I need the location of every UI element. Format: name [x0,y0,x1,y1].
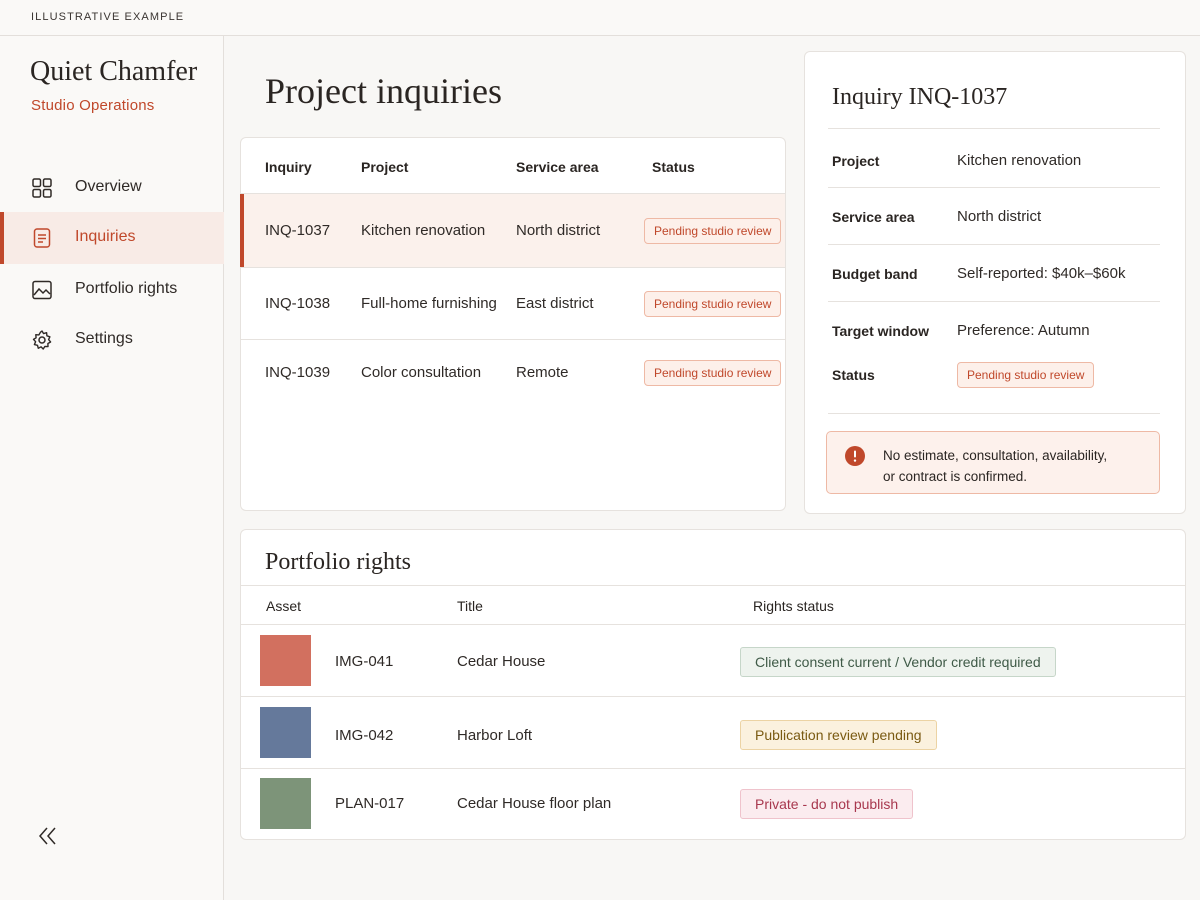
sidebar-item-settings[interactable]: Settings [0,314,224,366]
asset-title: Harbor Loft [457,727,533,744]
asset-id: PLAN-017 [335,795,405,812]
table-row[interactable]: IMG-041 Cedar House Client consent curre… [241,625,1185,696]
field-label-project: Project [832,153,880,169]
status-badge: Pending studio review [644,360,782,386]
asset-id: IMG-042 [335,727,394,744]
sidebar-item-label: Overview [75,178,142,195]
sidebar: Quiet Chamfer Studio Operations Overview… [0,36,224,900]
column-header-status[interactable]: Status [652,159,695,175]
image-icon [32,280,52,300]
field-value-budget-band: Self-reported: $40k–$60k [957,265,1126,282]
status-badge: Pending studio review [644,218,782,244]
rights-status-badge: Client consent current / Vendor credit r… [740,647,1056,677]
sidebar-item-portfolio-rights[interactable]: Portfolio rights [0,264,224,316]
asset-id: IMG-041 [335,653,394,670]
field-value-target-window: Preference: Autumn [957,322,1090,339]
portfolio-rights-table: Portfolio rights Asset Title Rights stat… [240,529,1186,840]
column-header-project[interactable]: Project [361,159,408,175]
rights-status-badge: Publication review pending [740,720,937,750]
section-title: Portfolio rights [265,549,412,575]
sidebar-item-overview[interactable]: Overview [0,162,224,214]
status-badge: Pending studio review [957,362,1095,388]
column-header-title[interactable]: Title [457,598,483,614]
page-title: Project inquiries [265,71,502,111]
status-badge: Pending studio review [644,291,782,317]
sidebar-item-label: Settings [75,330,133,347]
service-area: East district [516,295,594,312]
asset-thumbnail [260,635,311,686]
alert-circle-icon [845,446,865,466]
inquiries-table: Inquiry Project Service area Status INQ-… [240,137,786,511]
brand-title: Quiet Chamfer [30,56,198,87]
grid-icon [32,178,52,198]
inquiry-detail-panel: Inquiry INQ-1037 Project Kitchen renovat… [804,51,1186,514]
project-name: Full-home furnishing [361,295,497,312]
top-banner: ILLUSTRATIVE EXAMPLE [0,0,1200,36]
table-row[interactable]: INQ-1037 Kitchen renovation North distri… [240,194,785,267]
confirmation-alert: No estimate, consultation, availability,… [826,431,1160,494]
sidebar-item-inquiries[interactable]: Inquiries [0,212,224,264]
gear-icon [32,330,52,350]
divider [828,128,1160,129]
divider [828,244,1160,245]
rights-status-badge: Private - do not publish [740,789,914,819]
service-area: North district [516,222,601,239]
alert-line: or contract is confirmed. [883,469,1028,484]
inquiry-id: INQ-1038 [265,295,331,312]
asset-title: Cedar House [457,653,546,670]
asset-thumbnail [260,707,311,758]
alert-line: No estimate, consultation, availability, [883,448,1108,463]
brand-subtitle: Studio Operations [31,97,155,114]
field-label-budget-band: Budget band [832,266,918,282]
table-row[interactable]: IMG-042 Harbor Loft Publication review p… [241,697,1185,768]
document-icon [33,228,51,248]
alert-message: No estimate, consultation, availability,… [883,445,1107,487]
double-chevron-left-icon[interactable] [36,824,60,848]
sidebar-item-label: Portfolio rights [75,280,178,297]
detail-title: Inquiry INQ-1037 [832,84,1008,110]
inquiry-id: INQ-1037 [265,222,331,239]
divider [828,187,1160,188]
divider [828,413,1160,414]
project-name: Kitchen renovation [361,222,486,239]
banner-label: ILLUSTRATIVE EXAMPLE [31,11,185,23]
field-value-project: Kitchen renovation [957,152,1082,169]
field-label-target-window: Target window [832,323,929,339]
table-row[interactable]: INQ-1038 Full-home furnishing East distr… [241,268,785,339]
inquiry-id: INQ-1039 [265,364,331,381]
asset-thumbnail [260,778,311,829]
column-header-service-area[interactable]: Service area [516,159,599,175]
service-area: Remote [516,364,569,381]
field-label-service-area: Service area [832,209,915,225]
table-row[interactable]: PLAN-017 Cedar House floor plan Private … [241,769,1185,840]
divider [828,301,1160,302]
asset-title: Cedar House floor plan [457,795,612,812]
field-value-service-area: North district [957,208,1042,225]
divider [241,585,1185,586]
field-label-status: Status [832,367,875,383]
column-header-inquiry[interactable]: Inquiry [265,159,312,175]
column-header-rights-status[interactable]: Rights status [753,598,834,614]
sidebar-item-label: Inquiries [75,228,136,245]
column-header-asset[interactable]: Asset [266,598,301,614]
table-row[interactable]: INQ-1039 Color consultation Remote Pendi… [241,340,785,408]
project-name: Color consultation [361,364,482,381]
